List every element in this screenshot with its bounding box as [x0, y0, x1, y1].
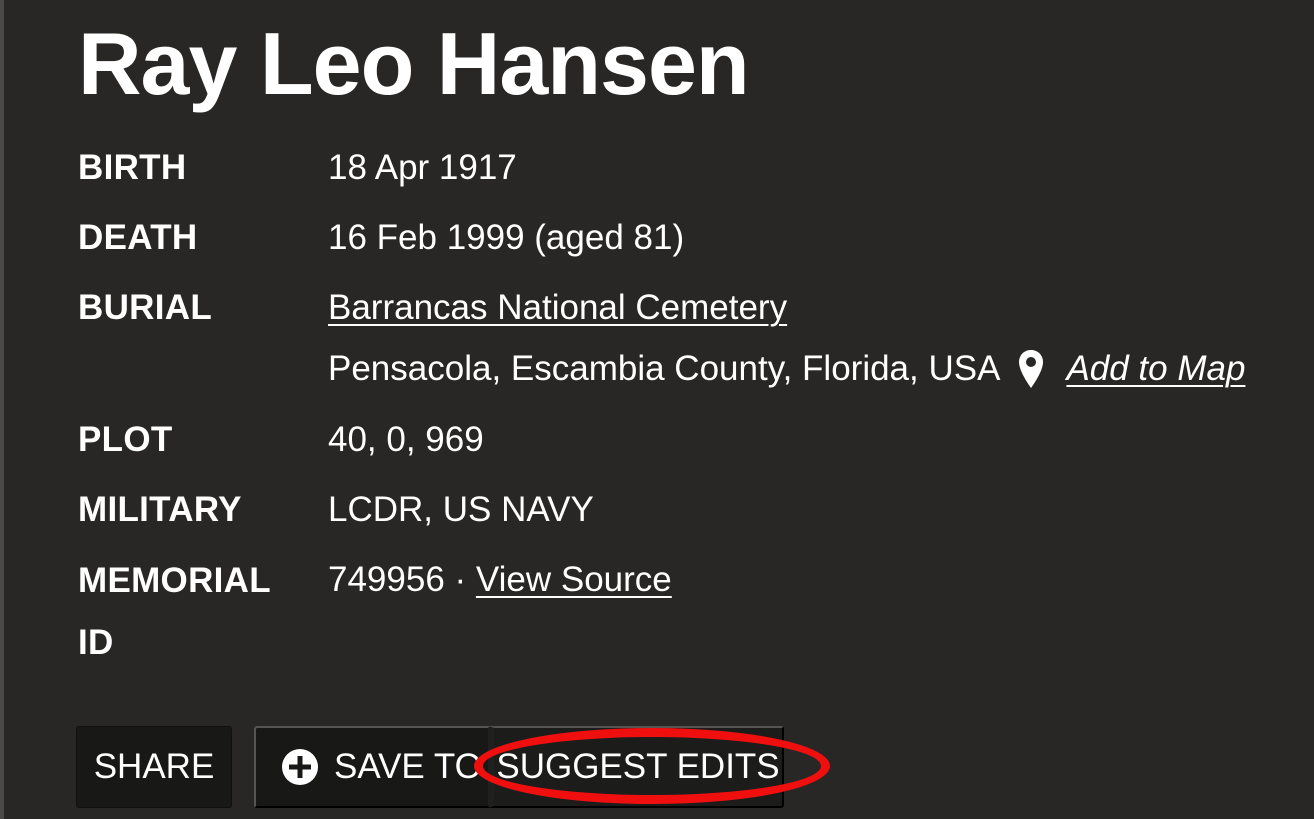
save-to-button[interactable]: SAVE TO: [254, 726, 494, 808]
memorial-id-separator: ·: [454, 560, 467, 599]
death-label: DEATH: [78, 218, 198, 257]
death-row: DEATH 16 Feb 1999 (aged 81): [78, 208, 1308, 278]
birth-row: BIRTH 18 Apr 1917: [78, 138, 1308, 208]
military-value: LCDR, US NAVY: [328, 490, 594, 529]
burial-location: Pensacola, Escambia County, Florida, USA: [328, 349, 1001, 388]
share-button-label: SHARE: [93, 747, 215, 786]
birth-label: BIRTH: [78, 148, 187, 187]
plot-value: 40, 0, 969: [328, 420, 484, 459]
cemetery-link[interactable]: Barrancas National Cemetery: [328, 288, 787, 327]
memorial-name: Ray Leo Hansen: [78, 14, 750, 113]
share-button[interactable]: SHARE: [76, 726, 232, 808]
burial-value: Barrancas National Cemetery Pensacola, E…: [328, 278, 1245, 400]
add-to-map-link[interactable]: Add to Map: [1066, 339, 1245, 399]
military-label: MILITARY: [78, 490, 242, 529]
plot-label: PLOT: [78, 420, 173, 459]
memorial-id-value-group: 749956 · View Source: [328, 550, 672, 610]
memorial-facts: BIRTH 18 Apr 1917 DEATH 16 Feb 1999 (age…: [78, 138, 1308, 680]
death-value: 16 Feb 1999 (aged 81): [328, 218, 685, 257]
plus-circle-icon: [282, 749, 318, 785]
save-to-button-label: SAVE TO: [334, 747, 482, 786]
plot-row: PLOT 40, 0, 969: [78, 410, 1308, 480]
view-source-link[interactable]: View Source: [476, 560, 672, 599]
memorial-id-label: MEMORIAL ID: [78, 561, 271, 662]
memorial-id-value: 749956: [328, 560, 445, 599]
memorial-actions: SHARE SAVE TO SUGGEST EDITS: [76, 726, 1276, 808]
suggest-edits-button[interactable]: SUGGEST EDITS: [488, 726, 784, 808]
map-pin-icon: [1019, 350, 1044, 388]
burial-label: BURIAL: [78, 288, 213, 327]
suggest-edits-button-label: SUGGEST EDITS: [496, 747, 780, 786]
burial-row: BURIAL Barrancas National Cemetery Pensa…: [78, 278, 1308, 410]
memorial-id-row: MEMORIAL ID 749956 · View Source: [78, 550, 1308, 680]
military-row: MILITARY LCDR, US NAVY: [78, 480, 1308, 550]
left-edge-divider: [0, 0, 4, 819]
burial-location-line: Pensacola, Escambia County, Florida, USA…: [328, 338, 1245, 400]
birth-value: 18 Apr 1917: [328, 148, 517, 187]
